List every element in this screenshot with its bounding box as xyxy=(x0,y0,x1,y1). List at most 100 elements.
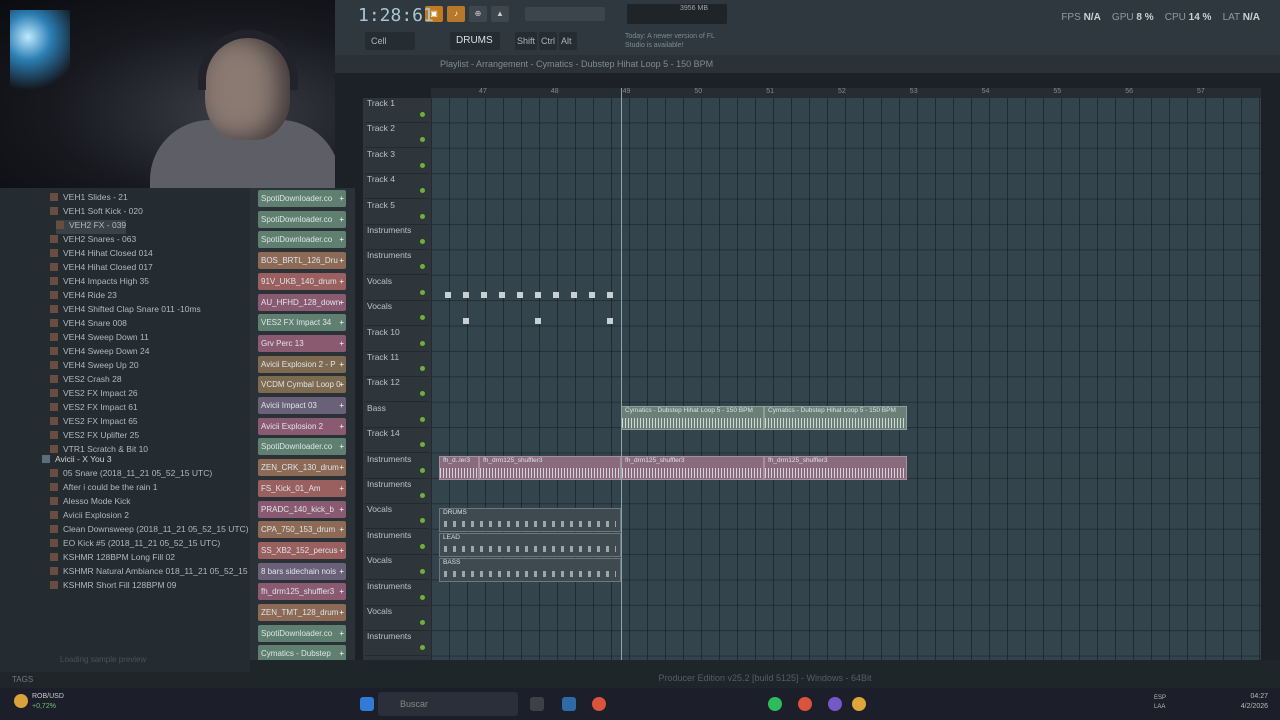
mute-led[interactable] xyxy=(420,213,425,219)
mute-led[interactable] xyxy=(420,289,425,295)
browser-icon[interactable] xyxy=(798,697,812,711)
lang-indicator[interactable]: ESP LAA xyxy=(1154,694,1166,712)
mute-led[interactable] xyxy=(420,239,425,244)
channel-button[interactable]: 91V_UKB_140_drum + xyxy=(258,272,346,290)
browser-file[interactable]: Alesso Mode Kick xyxy=(50,496,131,510)
add-icon[interactable]: + xyxy=(339,625,344,642)
browser-file[interactable]: KSHMR Natural Ambiance 018_11_21 05_52_1… xyxy=(50,566,270,580)
track-header[interactable]: Instruments xyxy=(365,479,429,504)
browser-file[interactable]: VEH2 FX - 039 xyxy=(56,220,127,234)
browser-file[interactable]: VES2 FX Impact 26 xyxy=(50,388,138,402)
channel-button[interactable]: VES2 FX Impact 34 + xyxy=(258,314,346,332)
channel-button[interactable]: SpotiDownloader.co + xyxy=(258,231,346,249)
browser-file[interactable]: KSHMR 128BPM Long Fill 02 xyxy=(50,552,175,566)
track-header[interactable]: Track 3 xyxy=(365,149,429,174)
bass-pattern-clip[interactable]: BASS xyxy=(439,558,621,582)
tags-bar[interactable]: TAGS xyxy=(0,672,250,688)
mute-led[interactable] xyxy=(420,264,425,270)
playhead[interactable] xyxy=(621,88,622,660)
channel-button[interactable]: Avicii Impact 03 + xyxy=(258,397,346,414)
drums-pattern-clip[interactable]: DRUMS xyxy=(439,508,621,532)
channel-button[interactable]: CPA_750_153_drum + xyxy=(258,521,346,539)
browser-file[interactable]: KSHMR Short Fill 128BPM 09 xyxy=(50,580,176,594)
browser-file[interactable]: 05 Snare (2018_11_21 05_52_15 UTC) xyxy=(50,468,212,482)
metronome-button[interactable]: ▲ xyxy=(491,6,509,22)
mute-led[interactable] xyxy=(420,467,425,473)
shift-button[interactable]: Shift xyxy=(515,32,537,50)
add-icon[interactable]: + xyxy=(339,294,344,311)
start-icon[interactable] xyxy=(360,697,374,711)
add-icon[interactable]: + xyxy=(339,480,344,497)
track-header[interactable]: Track 11 xyxy=(365,352,429,377)
track-header[interactable]: Vocals xyxy=(365,301,429,327)
browser-file[interactable]: VEH4 Impacts High 35 xyxy=(50,276,149,290)
track-header[interactable]: Track 12 xyxy=(365,377,429,403)
browser-file[interactable]: After i could be the rain 1 xyxy=(50,482,158,496)
track-header[interactable]: Instruments xyxy=(365,581,429,606)
mute-led[interactable] xyxy=(420,162,425,168)
add-icon[interactable]: + xyxy=(339,314,344,331)
mute-led[interactable] xyxy=(420,620,425,625)
channel-button[interactable]: ZEN_CRK_130_drum + xyxy=(258,459,346,477)
channel-button[interactable]: BOS_BRTL_126_Dru + xyxy=(258,252,346,270)
song-time[interactable]: 1:28:61 xyxy=(358,5,434,26)
channel-button[interactable]: Avicii Explosion 2 - P + xyxy=(258,355,346,373)
add-icon[interactable]: + xyxy=(339,521,344,538)
mute-led[interactable] xyxy=(420,416,425,422)
channel-button[interactable]: AU_HFHD_128_down + xyxy=(258,293,346,311)
add-icon[interactable]: + xyxy=(339,438,344,455)
track-header[interactable]: Vocals xyxy=(365,276,429,301)
chrome-icon[interactable] xyxy=(592,697,606,711)
track-header[interactable]: Bass xyxy=(365,403,429,428)
browser-file[interactable]: VEH4 Ride 23 xyxy=(50,290,117,304)
timeline-ruler[interactable]: 47 48 49 50 51 52 53 54 55 56 57 xyxy=(431,88,1261,98)
explorer-icon[interactable] xyxy=(530,697,544,711)
add-icon[interactable]: + xyxy=(339,252,344,269)
add-icon[interactable]: + xyxy=(339,190,344,207)
mute-led[interactable] xyxy=(420,112,425,117)
alt-button[interactable]: Alt xyxy=(559,32,577,50)
lead-pattern-clip[interactable]: LEAD xyxy=(439,533,621,557)
channel-button[interactable]: Grv Perc 13 + xyxy=(258,334,346,352)
master-volume[interactable] xyxy=(525,7,605,21)
browser-folder[interactable]: Avicii - X You 3 xyxy=(42,454,112,468)
track-header[interactable]: Instruments xyxy=(365,225,429,250)
channel-button[interactable]: SS_XB2_152_percus + xyxy=(258,541,346,559)
news-panel[interactable]: Today: A newer version of FL Studio is a… xyxy=(625,32,725,52)
taskbar-search[interactable]: Buscar xyxy=(378,692,518,716)
track-header[interactable]: Track 10 xyxy=(365,327,429,352)
add-icon[interactable]: + xyxy=(339,335,344,352)
shuffler-clip-d[interactable]: fh_drm125_shuffler3 xyxy=(764,456,907,480)
vocal-pattern-notes[interactable] xyxy=(439,278,621,330)
shuffler-clip-c[interactable]: fh_drm125_shuffler3 xyxy=(621,456,764,480)
mute-led[interactable] xyxy=(420,188,425,194)
mute-led[interactable] xyxy=(420,366,425,371)
track-header[interactable]: Track 4 xyxy=(365,174,429,200)
shuffler-clip-a[interactable]: fh_d..ler3 xyxy=(439,456,479,480)
store-icon[interactable] xyxy=(562,697,576,711)
browser-file[interactable]: VES2 FX Uplifter 25 xyxy=(50,430,139,444)
browser-file[interactable]: VEH4 Hihat Closed 017 xyxy=(50,262,153,276)
add-icon[interactable]: + xyxy=(339,397,344,414)
add-icon[interactable]: + xyxy=(339,501,344,518)
hihat-clip-b[interactable]: Cymatics - Dubstep Hihat Loop 5 - 150 BP… xyxy=(764,406,907,430)
track-header[interactable]: Vocals xyxy=(365,504,429,530)
mute-led[interactable] xyxy=(420,137,425,143)
track-header[interactable]: Track 14 xyxy=(365,428,429,454)
playlist-title-bar[interactable]: Playlist - Arrangement - Cymatics - Dubs… xyxy=(335,55,1280,73)
playlist-grid[interactable]: Cymatics - Dubstep Hihat Loop 5 - 150 BP… xyxy=(431,98,1261,660)
browser-file[interactable]: VEH1 Soft Kick - 020 xyxy=(50,206,143,220)
browser-file[interactable]: VEH2 Snares - 063 xyxy=(50,234,136,248)
add-icon[interactable]: + xyxy=(339,418,344,435)
add-icon[interactable]: + xyxy=(339,356,344,373)
track-header[interactable]: Vocals xyxy=(365,606,429,631)
add-icon[interactable]: + xyxy=(339,459,344,476)
record-button[interactable]: ⊕ xyxy=(469,6,487,22)
browser-file[interactable]: VEH4 Snare 008 xyxy=(50,318,127,332)
add-icon[interactable]: + xyxy=(339,583,344,600)
track-header[interactable]: Track 5 xyxy=(365,200,429,225)
channel-button[interactable]: Avicii Explosion 2 + xyxy=(258,417,346,435)
browser-file[interactable]: Clean Downsweep (2018_11_21 05_52_15 UTC… xyxy=(50,524,249,538)
mute-led[interactable] xyxy=(420,391,425,397)
mute-led[interactable] xyxy=(420,315,425,321)
